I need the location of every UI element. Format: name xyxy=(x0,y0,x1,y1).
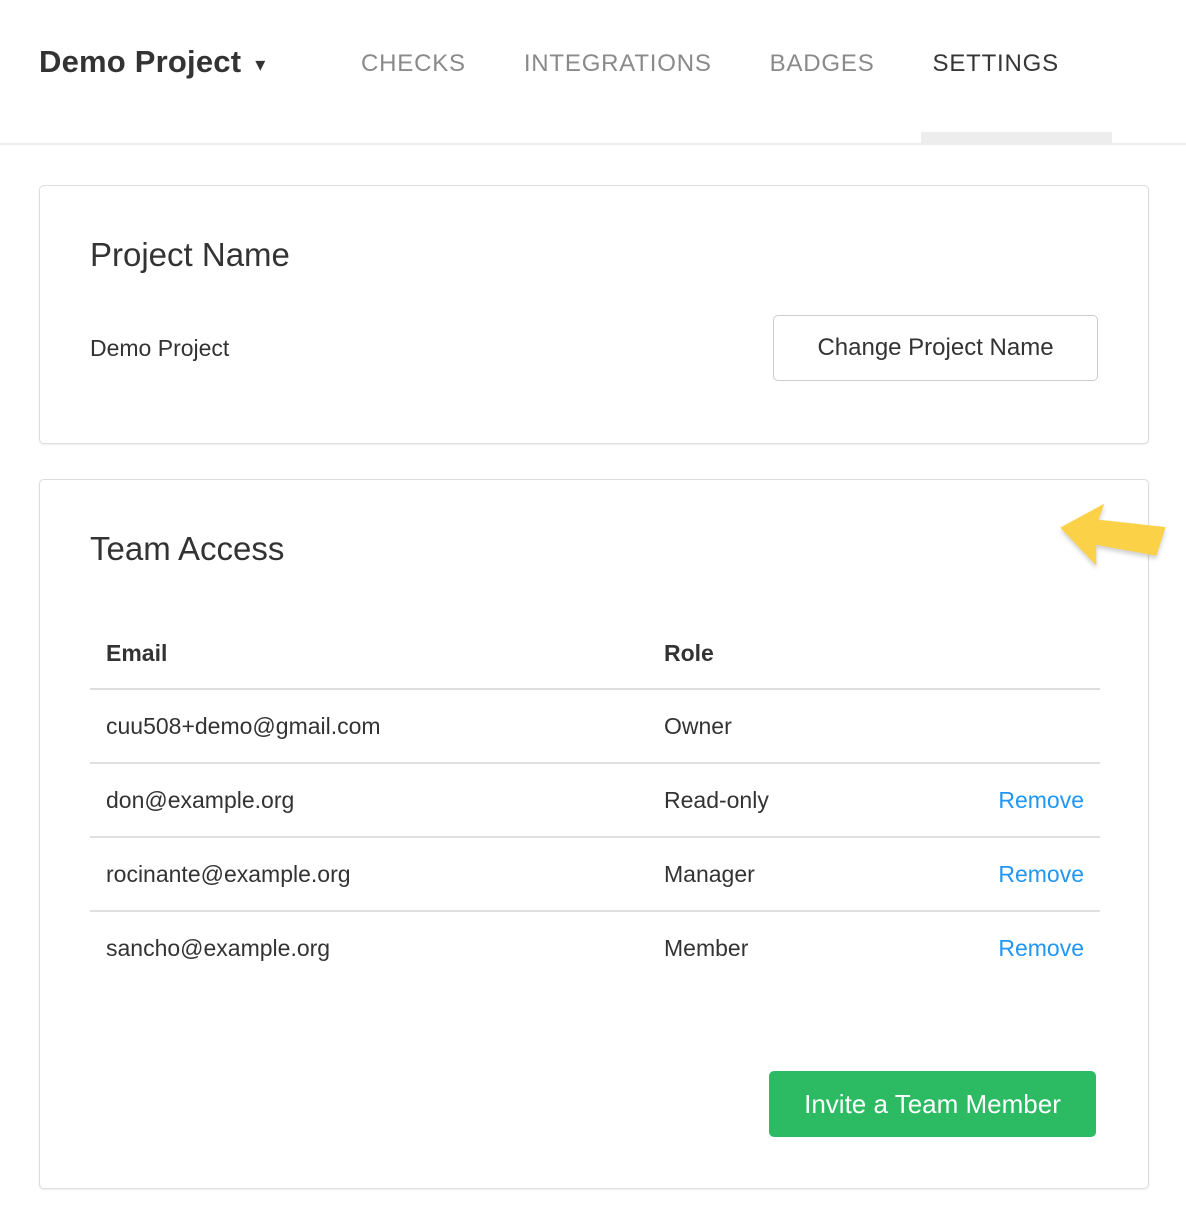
nav-tabs: CHECKS INTEGRATIONS BADGES SETTINGS xyxy=(361,50,1059,78)
member-role: Member xyxy=(648,911,948,985)
member-role: Manager xyxy=(648,837,948,911)
tab-integrations[interactable]: INTEGRATIONS xyxy=(524,50,712,78)
remove-member-link[interactable]: Remove xyxy=(998,935,1084,961)
member-email: sancho@example.org xyxy=(90,911,648,985)
team-members-table: Email Role cuu508+demo@gmail.com Owner d… xyxy=(90,618,1100,985)
project-name-row: Demo Project Change Project Name xyxy=(90,315,1098,381)
settings-page: Project Name Demo Project Change Project… xyxy=(0,185,1186,1189)
table-row: sancho@example.org Member Remove xyxy=(90,911,1100,985)
project-switcher-dropdown[interactable]: Demo Project ▾ xyxy=(39,44,265,80)
email-column-header: Email xyxy=(90,618,648,689)
tab-settings[interactable]: SETTINGS xyxy=(933,50,1059,78)
table-row: cuu508+demo@gmail.com Owner xyxy=(90,689,1100,763)
member-email: rocinante@example.org xyxy=(90,837,648,911)
chevron-down-icon: ▾ xyxy=(255,49,265,75)
member-action-empty xyxy=(948,689,1100,763)
tab-checks[interactable]: CHECKS xyxy=(361,50,466,78)
project-title: Demo Project xyxy=(39,44,241,80)
team-access-card-title: Team Access xyxy=(90,530,1098,568)
table-row: rocinante@example.org Manager Remove xyxy=(90,837,1100,911)
project-name-card: Project Name Demo Project Change Project… xyxy=(39,185,1149,444)
top-nav-bar: Demo Project ▾ CHECKS INTEGRATIONS BADGE… xyxy=(0,0,1186,145)
invite-team-member-button[interactable]: Invite a Team Member xyxy=(769,1071,1096,1137)
active-tab-indicator xyxy=(921,132,1112,143)
table-row: don@example.org Read-only Remove xyxy=(90,763,1100,837)
member-email: don@example.org xyxy=(90,763,648,837)
team-access-card: Team Access Email Role cuu508+demo@gmail… xyxy=(39,479,1149,1189)
project-name-value: Demo Project xyxy=(90,335,229,362)
remove-member-link[interactable]: Remove xyxy=(998,861,1084,887)
table-header-row: Email Role xyxy=(90,618,1100,689)
member-role: Owner xyxy=(648,689,948,763)
project-name-card-title: Project Name xyxy=(90,236,1098,274)
change-project-name-button[interactable]: Change Project Name xyxy=(773,315,1098,381)
invite-row: Invite a Team Member xyxy=(769,1071,1096,1137)
role-column-header: Role xyxy=(648,618,948,689)
member-role: Read-only xyxy=(648,763,948,837)
member-email: cuu508+demo@gmail.com xyxy=(90,689,648,763)
action-column-header xyxy=(948,618,1100,689)
remove-member-link[interactable]: Remove xyxy=(998,787,1084,813)
tab-badges[interactable]: BADGES xyxy=(770,50,875,78)
